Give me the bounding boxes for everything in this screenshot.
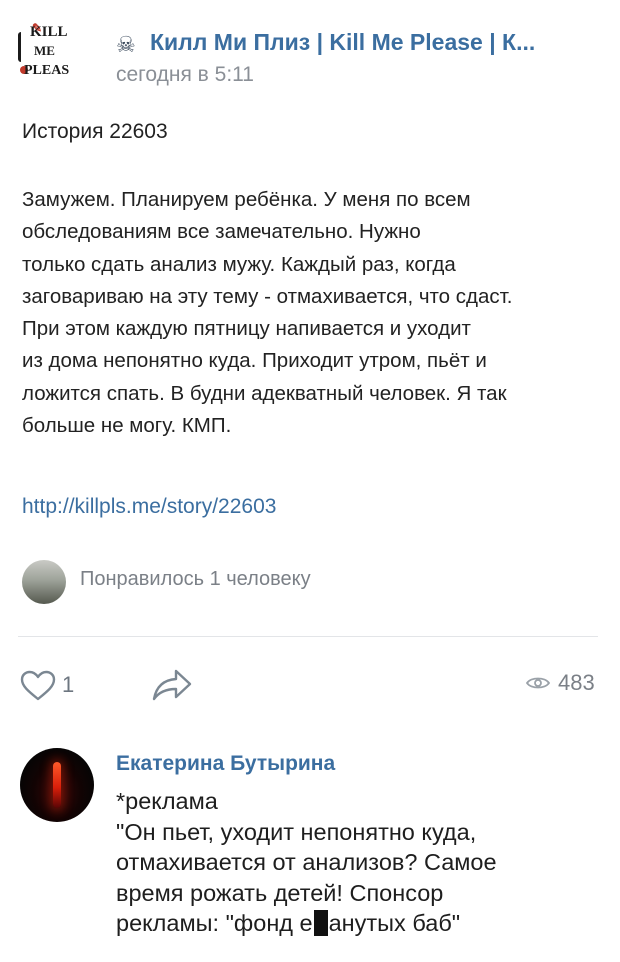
avatar-figure [53, 762, 61, 808]
like-count: 1 [62, 672, 75, 697]
post-text-line: заговариваю на эту тему - отмахивается, … [22, 284, 513, 308]
comment-text: *реклама "Он пьет, уходит непонятно куда… [116, 786, 616, 939]
comment-author[interactable]: Екатерина Бутырина [116, 752, 335, 776]
post-text: Замужем. Планируем ребёнка. У меня по вс… [22, 184, 612, 442]
post-text-line: обследованиям все замечательно. Нужно [22, 220, 421, 244]
group-name-link[interactable]: Килл Ми Плиз | Kill Me Please | К... [150, 29, 535, 56]
comment-line: "Он пьет, уходит непонятно куда, [116, 818, 477, 845]
heart-icon[interactable] [20, 670, 56, 702]
post-text-line: из дома непонятно куда. Приходит утром, … [22, 349, 487, 373]
censor-block [313, 910, 328, 937]
divider [18, 636, 598, 637]
eye-icon [526, 677, 550, 689]
liked-by-avatar[interactable] [22, 560, 66, 604]
post-text-line: Замужем. Планируем ребёнка. У меня по вс… [22, 188, 471, 211]
comment-line: отмахивается от анализов? Самое [116, 849, 497, 876]
post-text-line: ложится спать. В будни адекватный челове… [22, 381, 507, 405]
post-timestamp[interactable]: сегодня в 5:11 [116, 63, 254, 87]
comment-line: время рожать детей! Спонсор [116, 879, 444, 906]
comment-line: *реклама [116, 788, 218, 814]
logo-bracket-icon [18, 32, 27, 62]
comment-avatar[interactable] [20, 748, 94, 822]
post-text-line: При этом каждую пятницу напивается и ухо… [22, 317, 471, 341]
post-text-line: больше не могу. КМП. [22, 414, 232, 438]
view-count: 483 [558, 670, 595, 695]
post-title: История 22603 [22, 120, 168, 143]
post-text-line: только сдать анализ мужу. Каждый раз, ко… [22, 252, 456, 276]
group-logo[interactable]: ✎ KILL ME PLEAS [16, 21, 94, 88]
comment-line: рекламы: "фонд е анутых баб" [116, 910, 461, 937]
share-icon[interactable] [150, 666, 194, 702]
liked-by-text[interactable]: Понравилось 1 человеку [80, 568, 311, 591]
story-link[interactable]: http://killpls.me/story/22603 [22, 495, 276, 519]
skull-icon: ☠ [116, 32, 136, 57]
